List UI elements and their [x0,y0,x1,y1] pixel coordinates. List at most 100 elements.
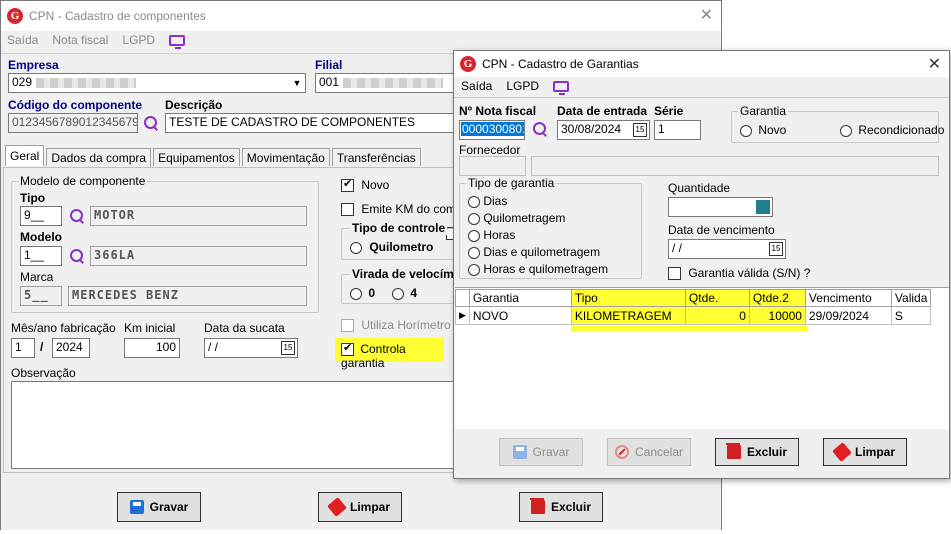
col-valida[interactable]: Valida [890,289,932,307]
tipo-dias-km-radio[interactable] [468,246,480,259]
filial-select[interactable]: 001 [315,73,457,93]
menu-nota-fiscal[interactable]: Nota fiscal [52,33,108,47]
main-gravar-button[interactable]: Gravar [117,492,201,522]
menu-saida[interactable]: Saída [7,33,38,47]
utiliza-horimetro-row[interactable]: Utiliza Horímetro [341,318,451,333]
dialog-cancelar-button[interactable]: Cancelar [607,438,691,466]
garantia-recondicionado-row[interactable]: Recondicionado [840,123,944,137]
save-icon [129,500,144,514]
col-qtde2[interactable]: Qtde.2 [748,289,806,307]
garantia-valida-label: Garantia válida (S/N) ? [688,266,811,280]
dialog-gravar-button[interactable]: Gravar [499,438,583,466]
dialog-monitor-icon[interactable] [553,80,570,95]
quilometro-radio[interactable] [350,241,362,254]
tipo-dias-km-row[interactable]: Dias e quilometragem [468,244,608,261]
nota-fiscal-input[interactable]: 0000300801 [459,120,525,140]
monitor-icon[interactable] [169,34,186,49]
chevron-down-icon[interactable]: ▼ [289,74,305,92]
virada-radio-0-row[interactable]: 0 [350,286,375,300]
main-limpar-button[interactable]: Limpar [318,492,402,522]
main-close-icon[interactable]: ✕ [700,5,713,25]
novo-checkbox[interactable] [341,177,354,193]
cell-qtde[interactable]: 0 [684,306,750,325]
menu-lgpd[interactable]: LGPD [122,33,155,47]
garantia-valida-checkbox[interactable] [668,267,681,281]
col-vencimento[interactable]: Vencimento [804,289,892,307]
col-tipo[interactable]: Tipo [570,289,686,307]
utiliza-horimetro-checkbox[interactable] [341,319,354,333]
dialog-titlebar: G CPN - Cadastro de Garantias ✕ [454,51,949,77]
fornecedor-name-field [531,156,939,176]
controla-garantia-checkbox[interactable] [341,341,354,357]
virada-4-label: 4 [410,286,418,300]
garantia-novo-row[interactable]: Novo [740,123,786,137]
tipo-dias-radio[interactable] [468,195,480,208]
dialog-menu-lgpd[interactable]: LGPD [506,79,539,93]
dialog-excluir-button[interactable]: Excluir [715,438,799,466]
col-garantia[interactable]: Garantia [468,289,572,307]
cell-valida[interactable]: S [890,306,932,325]
tipo-quilometragem-row[interactable]: Quilometragem [468,210,608,227]
virada-radio-0[interactable] [350,287,362,300]
tipo-horas-km-radio[interactable] [468,263,480,276]
emite-km-checkbox[interactable] [341,203,354,217]
calendar-icon[interactable]: 15 [281,341,295,355]
cell-qtde2[interactable]: 10000 [748,306,806,325]
dialog-title: CPN - Cadastro de Garantias [482,57,639,71]
tab-movimentacao[interactable]: Movimentação [241,148,330,166]
tab-geral[interactable]: Geral [5,145,45,166]
cell-vencimento[interactable]: 29/09/2024 [804,306,892,325]
garantia-valida-row[interactable]: Garantia válida (S/N) ? [668,266,811,281]
cell-tipo[interactable]: KILOMETRAGEM [570,306,686,325]
empresa-select[interactable]: 029 ▼ [8,73,306,93]
virada-radio-4-row[interactable]: 4 [392,286,417,300]
nota-fiscal-search-icon[interactable] [532,121,548,137]
data-vencimento-input[interactable]: / / 15 [668,239,786,259]
tipo-code-input[interactable]: 9__ [20,206,62,226]
tab-transferencias[interactable]: Transferências [331,148,421,166]
tab-equipamentos[interactable]: Equipamentos [153,148,240,166]
codigo-input[interactable]: 0123456789012345679 [8,113,138,133]
observacao-textarea[interactable] [11,381,457,469]
garantia-novo-radio[interactable] [740,124,752,137]
table-row[interactable]: ▶ NOVO KILOMETRAGEM 0 10000 29/09/2024 S [455,306,932,325]
tipo-search-icon[interactable] [69,208,85,224]
data-vencimento-calendar-icon[interactable]: 15 [769,242,783,256]
quilometro-radio-row[interactable]: Quilometro [350,240,433,254]
codigo-search-icon[interactable] [143,115,159,131]
controla-garantia-row[interactable]: Controla garantia [335,338,444,370]
tipo-horas-radio[interactable] [468,229,480,242]
serie-input[interactable]: 1 [654,120,701,140]
tipo-horas-km-row[interactable]: Horas e quilometragem [468,261,608,278]
dialog-menu-saida[interactable]: Saída [461,79,492,93]
calculator-icon[interactable] [756,200,770,214]
data-entrada-calendar-icon[interactable]: 15 [633,123,647,137]
garantia-recondicionado-radio[interactable] [840,124,852,137]
main-excluir-label: Excluir [550,500,592,514]
emite-km-row[interactable]: Emite KM do compo [341,202,469,217]
tipo-dias-row[interactable]: Dias [468,193,608,210]
dialog-close-icon[interactable]: ✕ [928,54,941,74]
km-inicial-input[interactable]: 100 [124,338,180,358]
cell-garantia[interactable]: NOVO [468,306,572,325]
modelo-code-input[interactable]: 1__ [20,246,62,266]
virada-radio-4[interactable] [392,287,404,300]
garantias-dialog: G CPN - Cadastro de Garantias ✕ Saída LG… [453,50,950,479]
modelo-search-icon[interactable] [69,248,85,264]
garantias-table: Garantia Tipo Qtde. Qtde.2 Vencimento Va… [455,289,932,325]
tipo-quilometragem-radio[interactable] [468,212,480,225]
col-qtde[interactable]: Qtde. [684,289,750,307]
main-excluir-button[interactable]: Excluir [519,492,603,522]
garantia-group-title: Garantia [738,104,789,118]
dialog-menu-divider [454,97,949,98]
dialog-limpar-button[interactable]: Limpar [823,438,907,466]
novo-checkbox-row[interactable]: Novo [341,177,389,193]
descricao-input[interactable]: TESTE DE CADASTRO DE COMPONENTES [165,113,457,133]
ano-input[interactable]: 2024 [52,338,90,358]
tab-dados-compra[interactable]: Dados da compra [46,148,152,166]
tipo-horas-row[interactable]: Horas [468,227,608,244]
quantidade-input[interactable] [668,197,773,217]
mes-input[interactable]: 1 [11,338,35,358]
data-sucata-input[interactable]: / / 15 [204,338,298,358]
data-entrada-input[interactable]: 30/08/2024 15 [557,120,650,140]
